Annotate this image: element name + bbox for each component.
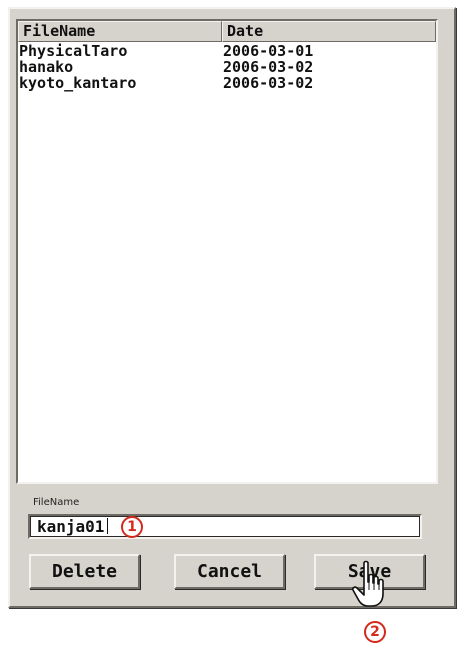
column-header-date[interactable]: Date [222,21,436,42]
file-list-header: FileName Date [18,21,436,42]
filename-input-value: kanja01 [37,517,105,536]
file-name-cell: PhysicalTaro [19,42,128,60]
hand-pointer-icon [352,560,384,607]
file-row[interactable]: kyoto_kantaro 2006-03-02 [18,75,436,91]
cancel-button[interactable]: Cancel [174,554,285,589]
file-date-cell: 2006-03-02 [223,74,314,92]
text-caret [107,518,109,534]
file-row[interactable]: PhysicalTaro 2006-03-01 [18,43,436,59]
file-list-rows: PhysicalTaro 2006-03-01 hanako 2006-03-0… [18,43,436,91]
filename-input[interactable]: kanja01 [28,514,422,539]
column-header-filename[interactable]: FileName [18,21,222,42]
file-list[interactable]: FileName Date PhysicalTaro 2006-03-01 ha… [16,19,438,484]
delete-button[interactable]: Delete [29,554,140,589]
step-2-callout: 2 [364,621,386,643]
filename-field-label: FileName [33,497,80,508]
file-date-cell: 2006-03-02 [223,58,314,76]
file-name-cell: hanako [19,58,74,76]
step-1-callout: 1 [121,516,143,538]
file-row[interactable]: hanako 2006-03-02 [18,59,436,75]
file-date-cell: 2006-03-01 [223,42,314,60]
file-name-cell: kyoto_kantaro [19,74,137,92]
